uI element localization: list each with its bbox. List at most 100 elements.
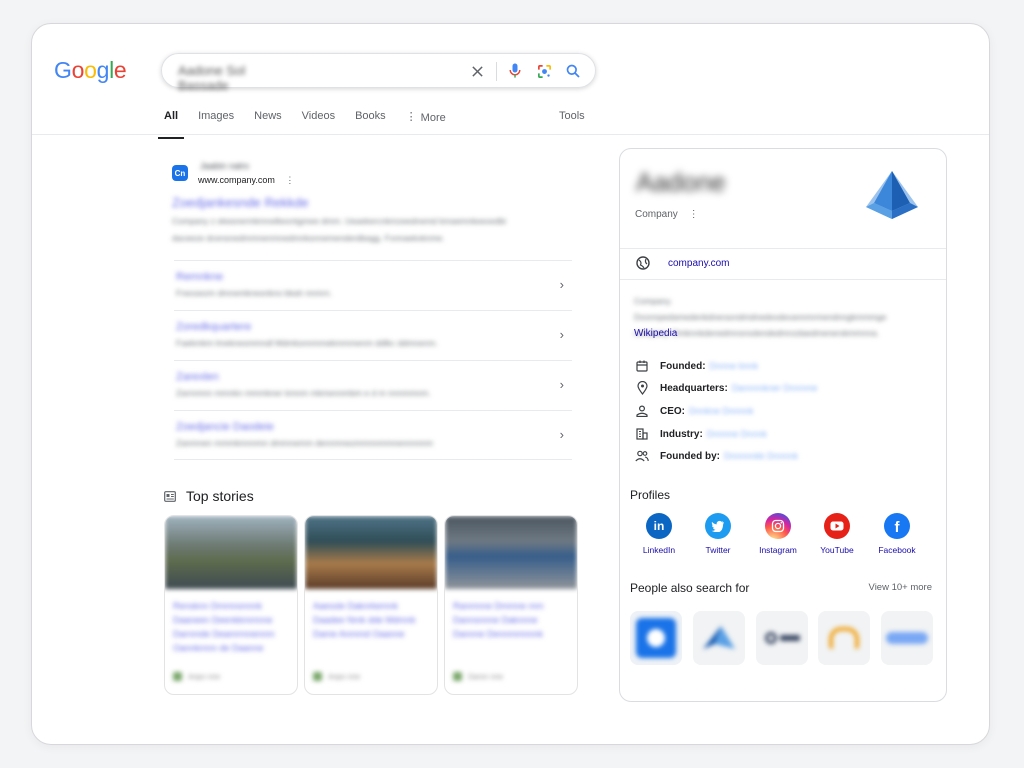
sitelink-title[interactable]: Remnkne — [176, 271, 223, 283]
tab-news[interactable]: News — [254, 110, 282, 134]
microphone-icon[interactable] — [506, 62, 524, 80]
related-entity-tile[interactable] — [881, 611, 933, 665]
clear-icon[interactable] — [468, 62, 486, 80]
view-more-link[interactable]: View 10+ more — [869, 582, 932, 593]
story-headline[interactable]: Rensknn Dmmnonnnk Daaneen Deenkkmmnne Da… — [173, 599, 285, 655]
browser-frame: Google Aadone Sol Bassade All Images New… — [31, 23, 990, 745]
tab-all[interactable]: All — [157, 110, 185, 139]
fact-value[interactable]: Dnnne bnnk — [710, 361, 759, 371]
fact-row: Founded by: Dnnnnnkk Dnnnnk — [634, 448, 798, 464]
result-url-text: www.company.com — [198, 175, 275, 185]
linkedin-icon[interactable]: in — [646, 513, 672, 539]
story-headline[interactable]: Ranmnne Dmmne mm Dannsnnne Daknnne Dannn… — [453, 599, 565, 641]
fact-label: Headquarters: — [660, 382, 728, 394]
fact-label: Founded by: — [660, 450, 720, 462]
logo-letter: o — [71, 57, 85, 83]
story-source: Daron nne — [453, 672, 503, 681]
profile-twitter[interactable]: Twitter — [688, 513, 748, 555]
chevron-right-icon[interactable]: › — [560, 377, 564, 392]
entity-description: Company. Dxonnpedamedenkdneraxndmdnedexd… — [634, 296, 887, 338]
related-entity-logo[interactable] — [699, 623, 739, 653]
related-entity-logo[interactable] — [886, 632, 928, 644]
instagram-icon[interactable] — [765, 513, 791, 539]
chevron-right-icon[interactable]: › — [560, 327, 564, 342]
more-options-icon[interactable]: ⋮ — [285, 175, 294, 185]
tab-more-label: More — [420, 111, 446, 124]
related-entity-tile[interactable] — [693, 611, 745, 665]
fact-value[interactable]: Dnnnnnkk Dnnnnk — [724, 451, 798, 461]
youtube-icon[interactable] — [824, 513, 850, 539]
chevron-right-icon[interactable]: › — [560, 277, 564, 292]
profile-label[interactable]: LinkedIn — [629, 545, 689, 555]
profile-label[interactable]: Facebook — [867, 545, 927, 555]
story-source-name: Daron nne — [468, 672, 504, 681]
logo-letter: G — [54, 57, 72, 83]
sitelink[interactable]: Zoedjancie Daodeie Zanmnen mmmkmnnmn dmm… — [174, 410, 572, 460]
story-headline[interactable]: Aaessle Daknrkemnk Daadee Nmk dde Mdmnb … — [313, 599, 425, 641]
result-url[interactable]: www.company.com ⋮ — [198, 175, 294, 186]
story-image[interactable] — [305, 516, 437, 589]
profile-label[interactable]: YouTube — [807, 545, 867, 555]
google-logo[interactable]: Google — [54, 57, 127, 84]
tab-videos[interactable]: Videos — [302, 110, 335, 134]
result-snippet-line-2: daceeze dcensnedmmnenmnedmnksnnemenderdb… — [172, 233, 445, 243]
top-stories-title: Top stories — [186, 488, 254, 504]
result-site-name[interactable]: Jaabin nalro — [200, 161, 249, 171]
related-entity-tile[interactable] — [756, 611, 808, 665]
sitelink-description: Zarmmnn mmnkn mmmkner kmnm mkmennmbm e d… — [176, 388, 431, 398]
tab-books[interactable]: Books — [355, 110, 386, 134]
location-pin-icon — [634, 380, 650, 396]
tab-images[interactable]: Images — [198, 110, 234, 134]
twitter-icon[interactable] — [705, 513, 731, 539]
profile-instagram[interactable]: Instagram — [748, 513, 808, 555]
tools-button[interactable]: Tools — [559, 110, 585, 122]
entity-type-label: Company — [635, 209, 678, 220]
fact-label: Industry: — [660, 428, 703, 440]
logo-letter: e — [113, 57, 127, 83]
profile-facebook[interactable]: f Facebook — [867, 513, 927, 555]
facebook-icon[interactable]: f — [884, 513, 910, 539]
result-title[interactable]: Zoedjankesnde Rekkde — [172, 195, 309, 210]
fact-row: Headquarters: Dannnnkner Dnnnme — [634, 380, 817, 396]
fact-row: Industry: Dnnnne Dnnnk — [634, 426, 767, 442]
calendar-icon — [634, 358, 650, 374]
search-input[interactable]: Aadone Sol Bassade — [178, 63, 278, 93]
search-bar[interactable]: Aadone Sol Bassade — [161, 53, 596, 93]
fact-value[interactable]: Dannnnkner Dnnnme — [732, 383, 818, 393]
sitelink[interactable]: Remnkne Fnexsezm dmnemknesnkno bkah nnmr… — [174, 260, 572, 310]
sitelink-title[interactable]: Zoredkquartere — [176, 321, 251, 333]
fact-value[interactable]: Dnnnne Dnnnk — [707, 429, 767, 439]
profile-label[interactable]: Twitter — [688, 545, 748, 555]
site-favicon[interactable]: Cn — [172, 165, 188, 181]
related-entity-logo[interactable] — [829, 627, 859, 649]
story-card[interactable]: Ranmnne Dmmne mm Dannsnnne Daknnne Dannn… — [444, 515, 578, 695]
story-source-name: Anpo nne — [328, 672, 361, 681]
wikipedia-link[interactable]: Wikipedia — [634, 328, 677, 339]
sitelink[interactable]: Zarexlen Zarmmnn mmnkn mmmkner kmnm mkme… — [174, 360, 572, 410]
related-entity-logo[interactable] — [764, 632, 800, 644]
related-entity-tile[interactable] — [818, 611, 870, 665]
story-source-name: Anpo nne — [188, 672, 221, 681]
website-link[interactable]: company.com — [668, 258, 730, 269]
tab-more[interactable]: ⋮ More — [406, 110, 446, 134]
fact-row: CEO: Dnnkne Dnnnnk — [634, 403, 754, 419]
story-card[interactable]: Aaessle Daknrkemnk Daadee Nmk dde Mdmnb … — [304, 515, 438, 695]
profile-linkedin[interactable]: in LinkedIn — [629, 513, 689, 555]
sitelink-description: Fnexsezm dmnemknesnkno bkah nnmrn. — [176, 288, 332, 298]
story-image[interactable] — [445, 516, 577, 589]
more-options-icon[interactable]: ⋮ — [689, 209, 699, 220]
sitelink-description: Zanmnen mmmkmnnmn dmmnemm dennmnezmmnnmm… — [176, 438, 433, 448]
sitelink-title[interactable]: Zoedjancie Daodeie — [176, 421, 274, 433]
profile-label[interactable]: Instagram — [748, 545, 808, 555]
chevron-right-icon[interactable]: › — [560, 427, 564, 442]
related-entity-logo[interactable] — [636, 618, 676, 658]
lens-icon[interactable] — [535, 62, 553, 80]
sitelink[interactable]: Zoredkquartere Faekmkm lmeknesmmndl Mdmk… — [174, 310, 572, 360]
related-entity-tile[interactable] — [630, 611, 682, 665]
story-image[interactable] — [165, 516, 297, 589]
fact-value[interactable]: Dnnkne Dnnnnk — [689, 406, 754, 416]
story-card[interactable]: Rensknn Dmmnonnnk Daaneen Deenkkmmnne Da… — [164, 515, 298, 695]
profile-youtube[interactable]: YouTube — [807, 513, 867, 555]
sitelink-title[interactable]: Zarexlen — [176, 371, 219, 383]
search-icon[interactable] — [564, 62, 582, 80]
